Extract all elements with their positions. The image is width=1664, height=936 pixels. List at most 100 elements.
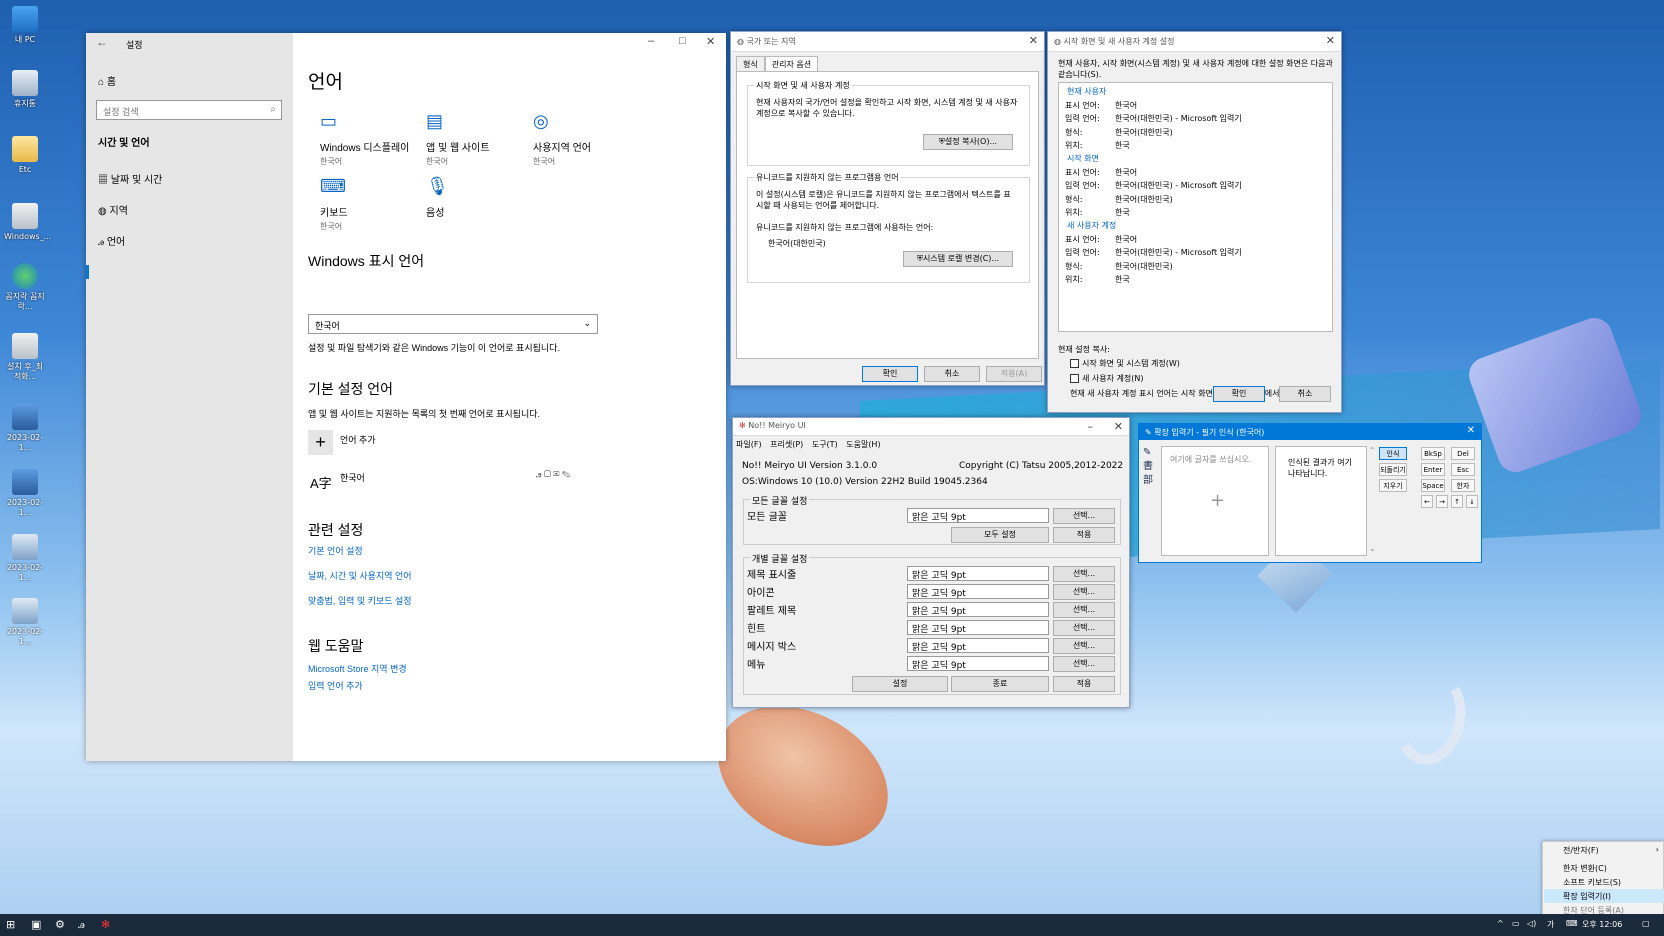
key-down[interactable]: ↓	[1466, 495, 1478, 508]
desktop-icon-screenshot-4[interactable]: 2023-02-1...	[4, 598, 46, 647]
desktop-icon-screenshot-2[interactable]: 2023-02-1...	[4, 469, 46, 518]
clear-button[interactable]: 지우기	[1379, 479, 1407, 492]
welcome-ok-button[interactable]: 확인	[1213, 386, 1265, 402]
menu-tools[interactable]: 도구(T)	[812, 440, 838, 449]
taskbar: ⊞ ▣ ⚙ ꭿ ✻ ^ ▭ ◁) 가 ⌨ 오후 12:06 ▢	[0, 914, 1664, 936]
key-left[interactable]: ←	[1421, 495, 1433, 508]
undo-button[interactable]: 되돌리기	[1379, 463, 1407, 476]
add-language-button[interactable]: 언어 추가	[340, 433, 376, 446]
apply-button[interactable]: 적용(A)	[986, 366, 1042, 382]
checkbox-welcome-system[interactable]: 시작 화면 및 시스템 계정(W)	[1070, 358, 1180, 369]
scroll-up-icon[interactable]: ⌃	[1369, 446, 1376, 455]
store-icon[interactable]: ▣	[31, 918, 41, 931]
settings-gear-icon[interactable]: ⚙	[55, 918, 65, 931]
ok-button[interactable]: 확인	[862, 366, 918, 382]
settings-button[interactable]: 설정	[852, 676, 948, 692]
recognize-button[interactable]: 인식	[1379, 447, 1407, 460]
close-button[interactable]: ✕	[1467, 425, 1475, 436]
link-date-time-region[interactable]: 날짜, 시간 및 사용지역 언어	[308, 569, 412, 582]
copy-settings-button[interactable]: ⛨설정 복사(O)...	[923, 134, 1013, 150]
close-button[interactable]: ✕	[1114, 420, 1123, 433]
desktop-icon-screenshot-3[interactable]: 2023-02-1...	[4, 534, 46, 583]
tab-format[interactable]: 형식	[736, 56, 765, 72]
desktop-icon-recycle-bin[interactable]: 휴지통	[4, 70, 46, 109]
menu-file[interactable]: 파일(F)	[736, 440, 762, 449]
minimize-button[interactable]: –	[1088, 420, 1094, 433]
add-language-plus-icon[interactable]: +	[308, 430, 333, 455]
minimize-button[interactable]: –	[648, 35, 654, 47]
link-store-region[interactable]: Microsoft Store 지역 변경	[308, 662, 407, 675]
network-icon[interactable]: ▭	[1512, 919, 1520, 928]
desktop-icon-screenshot-1[interactable]: 2023-02-1...	[4, 404, 46, 453]
apply-button[interactable]: 적용	[1053, 676, 1115, 692]
taskbar-clock[interactable]: 오후 12:06	[1582, 919, 1622, 930]
tile-keyboard[interactable]: ⌨ 키보드 한국어	[320, 176, 430, 232]
menu-item-half-full-width[interactable]: 전/반자(F)	[1563, 845, 1599, 856]
select-title-bar-button[interactable]: 선택...	[1053, 566, 1115, 582]
ime-tool-icon[interactable]: ⌨	[1566, 919, 1578, 928]
menu-preset[interactable]: 프리셋(P)	[770, 440, 803, 449]
welcome-cancel-button[interactable]: 취소	[1279, 386, 1331, 402]
language-item-korean[interactable]: 한국어	[340, 471, 365, 484]
key-delete[interactable]: Del	[1451, 447, 1475, 460]
desktop-icon-windows[interactable]: Windows_...	[4, 203, 51, 242]
key-escape[interactable]: Esc	[1451, 463, 1475, 476]
exit-button[interactable]: 종료	[951, 676, 1049, 692]
menu-item-ime-pad[interactable]: 확장 입력기(I)	[1563, 891, 1611, 902]
menu-item-hanja-convert[interactable]: 한자 변환(C)	[1563, 863, 1607, 874]
ime-mode-indicator[interactable]: 가	[1547, 919, 1554, 930]
recognition-results[interactable]: 인식된 결과가 여기 나타납니다.	[1275, 446, 1367, 556]
menu-item-soft-keyboard[interactable]: 소프트 키보드(S)	[1563, 877, 1621, 888]
notification-icon[interactable]: ▢	[1642, 919, 1650, 928]
search-input[interactable]: 설정 검색 ⌕	[96, 100, 282, 120]
start-button-icon[interactable]: ⊞	[6, 918, 15, 931]
tile-speech[interactable]: 🎙 음성	[426, 176, 536, 219]
key-right[interactable]: →	[1436, 495, 1448, 508]
tray-chevron-up-icon[interactable]: ^	[1497, 919, 1504, 928]
menu-help[interactable]: 도움말(H)	[846, 440, 880, 449]
back-arrow-icon[interactable]: ←	[96, 35, 108, 49]
key-space[interactable]: Space	[1421, 479, 1445, 492]
display-language-dropdown[interactable]: 한국어 ⌄	[308, 314, 598, 334]
volume-icon[interactable]: ◁)	[1527, 919, 1536, 928]
sidebar-item-language[interactable]: ꭿ 언어	[98, 233, 125, 248]
key-backspace[interactable]: BkSp	[1421, 447, 1445, 460]
meiryo-app-icon[interactable]: ✻	[101, 918, 110, 931]
select-hint-button[interactable]: 선택...	[1053, 620, 1115, 636]
close-button[interactable]: ✕	[1029, 34, 1038, 47]
checkbox-new-user[interactable]: 새 사용자 계정(N)	[1070, 373, 1143, 384]
desktop-icon-optimize[interactable]: 설치 후_최적화...	[4, 333, 46, 382]
desktop-icon-this-pc[interactable]: 내 PC	[4, 6, 46, 45]
all-fonts-select-button[interactable]: 선택...	[1053, 508, 1115, 524]
select-message-box-button[interactable]: 선택...	[1053, 638, 1115, 654]
close-button[interactable]: ✕	[706, 35, 715, 48]
select-menu-button[interactable]: 선택...	[1053, 656, 1115, 672]
handwriting-area[interactable]: 여기에 글자를 쓰십시오. +	[1161, 446, 1269, 556]
link-admin-language[interactable]: 기본 언어 설정	[308, 544, 363, 557]
apply-all-button[interactable]: 적용	[1053, 527, 1115, 543]
tile-regional-format[interactable]: ◎ 사용지역 언어 한국어	[533, 111, 643, 167]
scroll-down-icon[interactable]: ⌄	[1369, 544, 1376, 553]
select-palette-title-button[interactable]: 선택...	[1053, 602, 1115, 618]
tab-admin[interactable]: 관리자 옵션	[764, 56, 819, 72]
sidebar-item-home[interactable]: ⌂ 홈	[98, 73, 116, 88]
tile-windows-display[interactable]: ▭ Windows 디스플레이 한국어	[320, 111, 430, 167]
key-enter[interactable]: Enter	[1421, 463, 1445, 476]
key-up[interactable]: ↑	[1451, 495, 1463, 508]
link-add-input-language[interactable]: 입력 언어 추가	[308, 679, 363, 692]
desktop-icon-globe[interactable]: 꼼지락 꼼지락...	[4, 263, 46, 312]
set-all-button[interactable]: 모두 설정	[951, 527, 1049, 543]
tile-apps-websites[interactable]: ▤ 앱 및 웹 사이트 한국어	[426, 111, 536, 167]
close-button[interactable]: ✕	[1326, 34, 1335, 47]
desktop-icon-etc[interactable]: Etc	[4, 136, 46, 175]
maximize-button[interactable]: □	[679, 35, 686, 47]
language-icon[interactable]: ꭿ	[78, 918, 85, 932]
select-icon-button[interactable]: 선택...	[1053, 584, 1115, 600]
sidebar-item-region[interactable]: ◍ 지역	[98, 202, 128, 217]
link-spelling-typing[interactable]: 맞춤법, 입력 및 키보드 설정	[308, 594, 412, 607]
ime-mode-icons[interactable]: ✎ 書部	[1143, 446, 1153, 488]
sidebar-item-date-time[interactable]: ▦ 날짜 및 시간	[98, 171, 162, 186]
cancel-button[interactable]: 취소	[924, 366, 980, 382]
change-locale-button[interactable]: ⛨시스템 로캘 변경(C)...	[903, 251, 1013, 267]
key-hanja[interactable]: 한자	[1451, 479, 1475, 492]
